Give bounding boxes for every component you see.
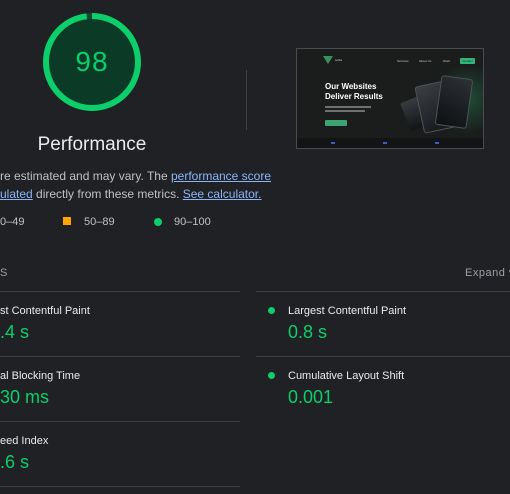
brand-logo-icon — [323, 56, 333, 64]
see-calculator-link[interactable]: See calculator. — [183, 187, 262, 201]
score-description-line-2: ulated directly from these metrics. See … — [0, 187, 261, 201]
thumb-subtext — [325, 110, 365, 112]
thumb-contact-button: Contact — [460, 58, 475, 64]
metric-label-fcp: st Contentful Paint — [0, 305, 90, 317]
metric-divider — [0, 486, 240, 487]
metric-value-speed-index: .6 s — [0, 452, 30, 472]
thumb-cta-button — [325, 120, 347, 126]
metric-divider — [0, 356, 240, 357]
thumb-headline-line-1: Our Websites — [325, 82, 377, 91]
metric-value-fcp: .4 s — [0, 322, 30, 342]
metric-divider — [256, 356, 510, 357]
thumb-subtext — [325, 106, 371, 108]
performance-score-link[interactable]: performance score — [171, 169, 271, 183]
thumb-nav-item: About Us — [419, 59, 432, 63]
metrics-section-label: S — [0, 267, 8, 279]
pass-dot-icon — [268, 307, 275, 314]
pass-dot-icon — [268, 372, 275, 379]
description-text: directly from these metrics. — [32, 187, 183, 201]
metric-value-cls: 0.001 — [288, 387, 334, 407]
legend-average-range: 50–89 — [84, 216, 115, 228]
thumb-headline-line-2: Deliver Results — [325, 92, 383, 101]
metric-divider — [0, 421, 240, 422]
pass-circle-icon — [154, 218, 162, 226]
page-screenshot-thumbnail[interactable]: solka Services About Us Work Contact Our… — [296, 48, 484, 149]
legend-pass-range: 90–100 — [174, 216, 211, 228]
thumb-nav-item: Services — [397, 59, 409, 63]
metric-label-speed-index: eed Index — [0, 435, 49, 447]
metric-label-lcp: Largest Contentful Paint — [288, 305, 407, 317]
metric-label-tbt: al Blocking Time — [0, 370, 81, 382]
performance-score: 98 — [75, 46, 109, 77]
brand-name: solka — [335, 58, 343, 62]
thumb-footer-strip — [297, 138, 483, 148]
average-square-icon — [63, 217, 71, 225]
metric-label-cls: Cumulative Layout Shift — [288, 370, 405, 382]
calculated-link[interactable]: ulated — [0, 187, 33, 201]
legend-fail-range: 0–49 — [0, 216, 25, 228]
performance-title: Performance — [37, 134, 147, 155]
metric-divider — [256, 291, 510, 292]
thumbnail-nav: solka Services About Us Work Contact — [297, 49, 483, 71]
metric-value-tbt: 30 ms — [0, 387, 50, 407]
expand-view-toggle[interactable]: Expand v — [465, 267, 510, 279]
metric-value-lcp: 0.8 s — [288, 322, 328, 342]
score-description-line-1: re estimated and may vary. The performan… — [0, 169, 271, 183]
metric-divider — [0, 291, 240, 292]
thumb-nav-item: Work — [443, 59, 450, 63]
description-text: re estimated and may vary. The — [0, 169, 171, 183]
thumb-headline: Our Websites Deliver Results — [325, 82, 405, 102]
vertical-divider — [246, 70, 247, 130]
